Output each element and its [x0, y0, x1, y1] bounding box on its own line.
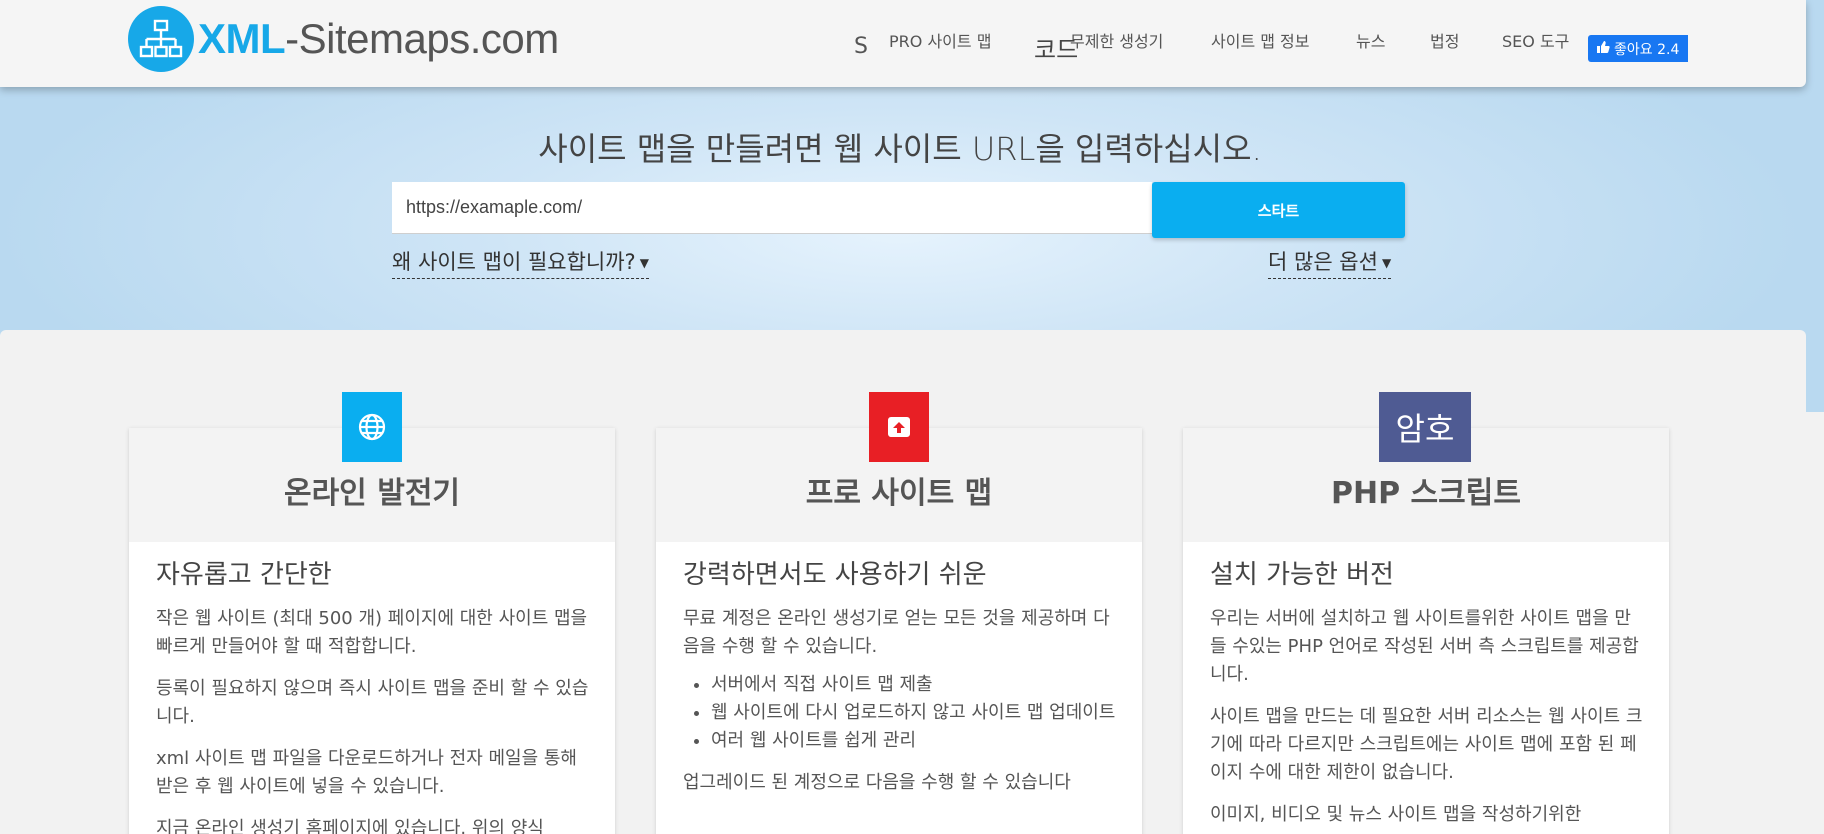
- feature-list: 서버에서 직접 사이트 맵 제출 웹 사이트에 다시 업로드하지 않고 사이트 …: [683, 671, 1116, 755]
- caret-down-icon: ▼: [639, 256, 649, 270]
- card-paragraph: 업그레이드 된 계정으로 다음을 수행 할 수 있습니다: [683, 772, 1071, 793]
- globe-icon: [342, 392, 402, 462]
- nav-news[interactable]: 뉴스: [1356, 28, 1385, 52]
- card-subtitle: 자유롭고 간단한: [156, 560, 332, 590]
- code-text-icon: 암호: [1379, 392, 1471, 462]
- card-paragraph: 지금 온라인 생성기 홈페이지에 있습니다. 위의 양식: [156, 818, 544, 834]
- card-body: 자유롭고 간단한 작은 웹 사이트 (최대 500 개) 페이지에 대한 사이트…: [129, 542, 615, 834]
- card-subtitle: 강력하면서도 사용하기 쉬운: [683, 560, 987, 590]
- site-header: XML-Sitemaps.com S PRO 사이트 맵 코드 무제한 생성기 …: [0, 0, 1806, 87]
- card-paragraph: 우리는 서버에 설치하고 웹 사이트를위한 사이트 맵을 만들 수있는 PHP …: [1210, 608, 1639, 685]
- nav-sitemap-info[interactable]: 사이트 맵 정보: [1211, 28, 1310, 52]
- card-paragraph: 무료 계정은 온라인 생성기로 얻는 모든 것을 제공하며 다음을 수행 할 수…: [683, 608, 1110, 657]
- hero-title: 사이트 맵을 만들려면 웹 사이트 URL을 입력하십시오.: [538, 130, 1262, 168]
- list-item: 여러 웹 사이트를 쉽게 관리: [711, 727, 1116, 755]
- card-title: 온라인 발전기: [283, 476, 461, 511]
- card-pro-sitemaps: 프로 사이트 맵 강력하면서도 사용하기 쉬운 무료 계정은 온라인 생성기로 …: [656, 428, 1142, 834]
- thumbs-up-icon: [1596, 40, 1610, 58]
- card-title: 프로 사이트 맵: [805, 476, 993, 511]
- more-options-label: 더 많은 옵션: [1268, 250, 1378, 274]
- card-paragraph: 사이트 맵을 만드는 데 필요한 서버 리소스는 웹 사이트 크기에 따라 다르…: [1210, 706, 1643, 783]
- list-item: 웹 사이트에 다시 업로드하지 않고 사이트 맵 업데이트: [711, 699, 1116, 727]
- website-url-input[interactable]: [392, 182, 1152, 234]
- why-sitemap-dropdown[interactable]: 왜 사이트 맵이 필요합니까? ▼: [392, 246, 649, 279]
- more-options-dropdown[interactable]: 더 많은 옵션 ▼: [1268, 246, 1392, 279]
- upload-box-icon: [869, 392, 929, 462]
- sitemap-tree-icon: [128, 6, 194, 72]
- list-item: 서버에서 직접 사이트 맵 제출: [711, 671, 1116, 699]
- background-strip: [1806, 330, 1824, 412]
- site-logo[interactable]: XML-Sitemaps.com: [128, 6, 559, 72]
- card-online-generator: 온라인 발전기 자유롭고 간단한 작은 웹 사이트 (최대 500 개) 페이지…: [129, 428, 615, 834]
- caret-down-icon: ▼: [1381, 256, 1392, 270]
- why-sitemap-label: 왜 사이트 맵이 필요합니까?: [392, 250, 636, 274]
- logo-wordmark: XML-Sitemaps.com: [198, 15, 559, 62]
- card-paragraph: 등록이 필요하지 않으며 즉시 사이트 맵을 준비 할 수 있습니다.: [156, 678, 589, 727]
- card-body: 강력하면서도 사용하기 쉬운 무료 계정은 온라인 생성기로 얻는 모든 것을 …: [656, 542, 1142, 797]
- start-button[interactable]: 스타트: [1152, 182, 1405, 238]
- nav-pro-sitemaps[interactable]: PRO 사이트 맵: [889, 28, 991, 52]
- facebook-like-button[interactable]: 좋아요 2.4: [1588, 35, 1688, 62]
- card-php-script: PHP 스크립트 설치 가능한 버전 우리는 서버에 설치하고 웹 사이트를위한…: [1183, 428, 1669, 834]
- card-subtitle: 설치 가능한 버전: [1210, 560, 1394, 590]
- card-title: PHP 스크립트: [1331, 476, 1521, 511]
- nav-seo-tools[interactable]: SEO 도구: [1502, 28, 1569, 52]
- card-paragraph: xml 사이트 맵 파일을 다운로드하거나 전자 메일을 통해받은 후 웹 사이…: [156, 748, 577, 797]
- card-paragraph: 이미지, 비디오 및 뉴스 사이트 맵을 작성하기위한: [1210, 804, 1582, 825]
- card-body: 설치 가능한 버전 우리는 서버에 설치하고 웹 사이트를위한 사이트 맵을 만…: [1183, 542, 1669, 829]
- nav-unlimited-generator[interactable]: 무제한 생성기: [1070, 28, 1163, 52]
- facebook-like-label: 좋아요 2.4: [1614, 41, 1680, 58]
- nav-glyph-s[interactable]: S: [854, 34, 868, 59]
- nav-legal[interactable]: 법정: [1430, 28, 1459, 52]
- card-paragraph: 작은 웹 사이트 (최대 500 개) 페이지에 대한 사이트 맵을 빠르게 만…: [156, 608, 588, 657]
